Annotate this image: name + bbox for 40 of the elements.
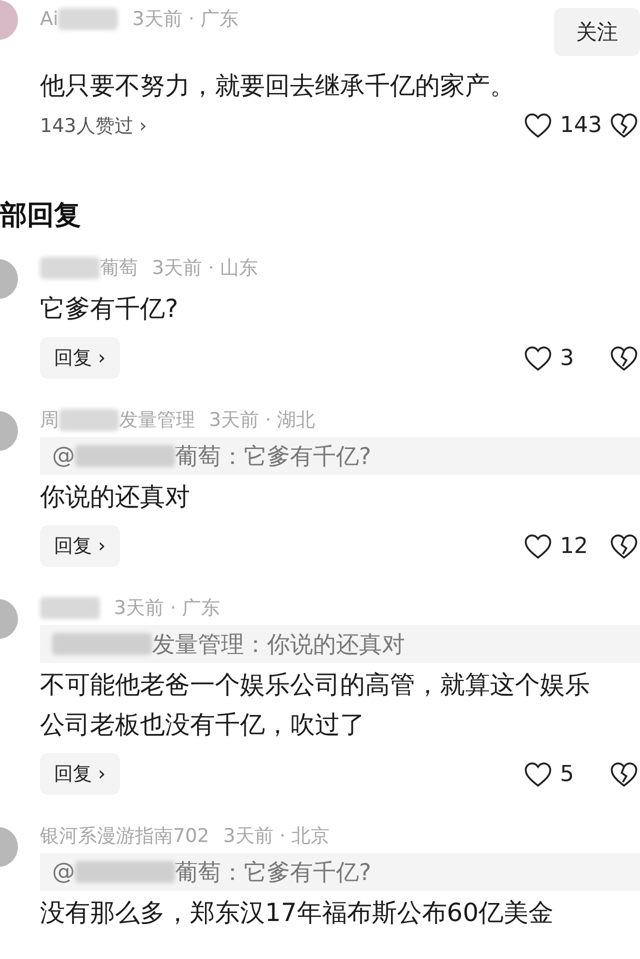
heart-icon[interactable] [524,112,552,139]
reply-button[interactable]: 回复 › [40,753,120,795]
broken-heart-icon[interactable] [610,112,638,139]
comment-text: 他只要不努力，就要回去继承千亿的家产。 [40,70,516,102]
redaction-blur [59,409,119,431]
quoted-reply: @ 葡萄：它爹有千亿? [40,853,640,891]
user-name: Ai [40,8,58,30]
broken-heart-icon[interactable] [610,344,638,372]
broken-heart-icon[interactable] [610,760,638,788]
reply-button[interactable]: 回复 › [40,337,120,379]
liked-by-link[interactable]: 143人赞过 › [40,112,147,138]
broken-heart-icon[interactable] [610,532,638,560]
user-name: 周 [40,408,59,433]
comment-text: 没有那么多，郑东汉17年福布斯公布60亿美金 [40,897,555,929]
heart-icon[interactable] [524,760,552,788]
reply-button[interactable]: 回复 › [40,525,120,567]
redaction-blur [58,8,118,30]
comment-text: 你说的还真对 [40,481,191,513]
like-count: 143 [560,113,603,138]
comment-time-location: 3天前 · 山东 [152,256,258,281]
heart-icon[interactable] [524,344,552,372]
section-title: 部回复 [0,199,82,233]
like-count: 3 [560,346,575,370]
comment-time-location: 3天前 · 广东 [132,7,238,32]
comment-text: 它爹有千亿? [40,293,180,325]
user-name: 葡萄 [100,256,138,281]
comment-time-location: 3天前 · 北京 [223,824,330,849]
quoted-reply: 发量管理：你说的还真对 [40,625,640,663]
like-count: 5 [560,762,575,786]
comment-time-location: 3天前 · 广东 [114,596,220,621]
quoted-reply: @ 葡萄：它爹有千亿? [40,437,640,475]
like-count: 12 [560,534,589,558]
comment-time-location: 3天前 · 湖北 [209,408,316,433]
redaction-blur [40,257,100,279]
follow-button[interactable]: 关注 [554,8,640,56]
heart-icon[interactable] [524,532,552,560]
user-name: 发量管理 [119,408,195,433]
redaction-blur [40,597,100,619]
comment-text: 不可能他老爸一个娱乐公司的高管，就算这个娱乐公司老板也没有千亿，吹过了 [40,669,591,741]
user-name: 银河系漫游指南702 [40,824,210,849]
